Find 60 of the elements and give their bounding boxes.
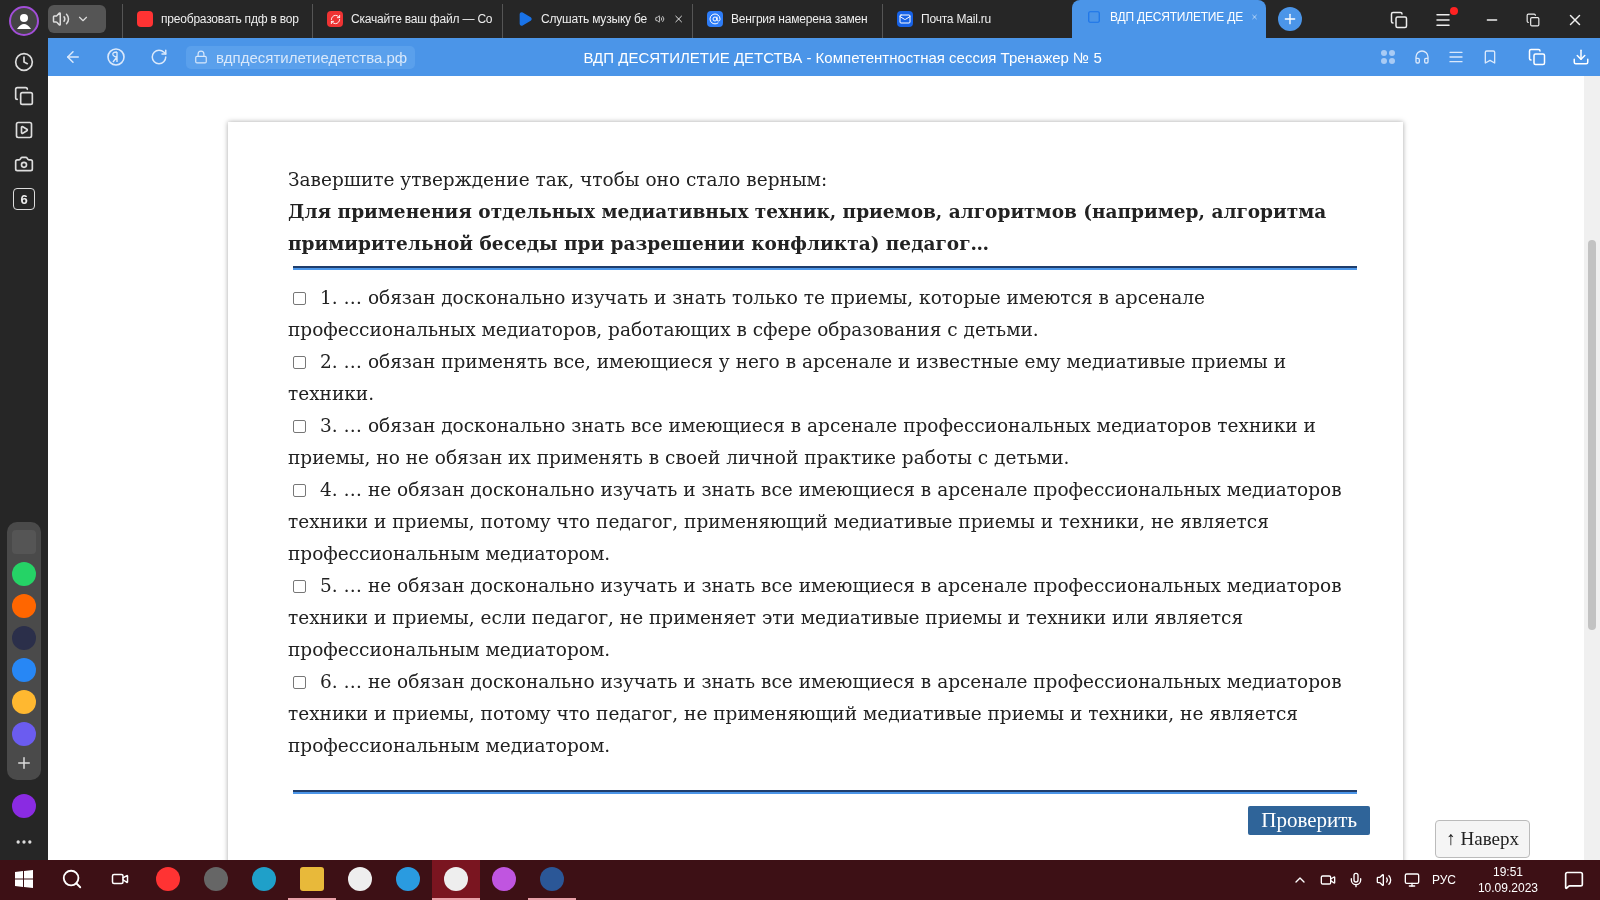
tabs-icon[interactable] [1390,11,1408,29]
new-tab-button[interactable] [1278,7,1302,31]
restore-icon[interactable] [1526,13,1540,27]
scrollbar[interactable] [1584,76,1600,860]
download-icon[interactable] [1572,48,1590,66]
media-player-icon[interactable] [14,120,34,140]
tab-counter[interactable]: 6 [13,188,35,210]
checkbox[interactable] [293,484,306,497]
menu-icon [1434,11,1452,29]
app-icon[interactable] [12,594,36,618]
clock-time[interactable]: 19:51 [1492,864,1523,880]
site-icon [137,11,153,27]
at-sign-icon [707,11,723,27]
camera-icon[interactable] [1319,872,1336,888]
answer-option[interactable]: 6. … не обязан досконально изучать и знать все имеющиеся в арсенале профессиональных медиаторов техники и приемы, потому что педагог, не применяющий медиативые приемы и техники, не является профессиональным медиатором. [288,666,1363,762]
check-button[interactable]: Проверить [1248,806,1370,835]
answer-option[interactable]: 2. … обязан применять все, имеющиеся у него в арсенале и известные ему медиативые приемы и техники. [288,346,1363,410]
answer-option[interactable]: 1. … обязан досконально изучать и знать только те приемы, которые имеются в арсенале профессиональных медиаторов, работающих в сфере образования с детьми. [288,282,1363,346]
play-icon [517,11,533,27]
answer-option[interactable]: 3. … обязан досконально знать все имеющиеся в арсенале профессиональных медиаторов техники и приемы, но не обязан их применять в своей личной практике работы с детьми. [288,410,1363,474]
answer-option[interactable]: 4. … не обязан досконально изучать и знать все имеющиеся в арсенале профессиональных медиаторов техники и приемы, потому что педагог, применяющий медиативые приемы и техники, не является профессиональным медиатором. [288,474,1363,570]
add-icon[interactable] [15,754,33,772]
reload-icon[interactable] [150,48,168,66]
notifications-icon[interactable] [1564,870,1584,890]
app-icon[interactable] [12,562,36,586]
home-icon[interactable] [106,47,126,67]
taskbar-app-icon[interactable] [432,860,480,900]
reader-icon[interactable] [1448,49,1464,65]
history-icon[interactable] [14,52,34,72]
screenshot-icon[interactable] [14,154,34,174]
app-icon[interactable] [12,658,36,682]
plus-icon [1282,11,1298,27]
site-icon [1086,9,1102,25]
bookmark-icon[interactable] [1482,49,1498,65]
app-icon[interactable] [12,690,36,714]
lock-icon [194,50,208,64]
menu-button[interactable] [1434,7,1458,29]
headphones-icon[interactable] [1414,49,1430,65]
back-to-top-button[interactable]: ↑ Наверх [1435,820,1530,858]
collections-icon[interactable] [14,86,34,106]
mail-icon [897,11,913,27]
sound-button[interactable] [48,5,106,33]
network-icon[interactable] [1403,872,1420,888]
answer-option[interactable]: 5. … не обязан досконально изучать и знать все имеющиеся в арсенале профессиональных медиаторов техники и приемы, если педагог, не применяет эти медиативые приемы и техники или является профессиональным медиатором. [288,570,1363,666]
assistant-icon[interactable] [12,794,36,818]
notification-dot [1450,7,1458,15]
clock-date[interactable]: 10.09.2023 [1477,880,1538,896]
checkbox[interactable] [293,676,306,689]
speaker-icon[interactable] [655,13,665,25]
checkbox[interactable] [293,356,306,369]
checkbox[interactable] [293,580,306,593]
checkbox[interactable] [293,292,306,305]
profile-avatar[interactable] [9,6,39,36]
speaker-icon [52,10,70,28]
checkbox[interactable] [293,420,306,433]
question-statement: Для применения отдельных медиативных техник, приемов, алгоритмов (например, алгоритма примирительной беседы при разрешении конфликта) педагог… [288,200,1328,256]
refresh-icon [327,11,343,27]
question-prompt: Завершите утверждение так, чтобы оно стало верным: [288,168,829,192]
volume-icon[interactable] [1375,872,1392,888]
language-indicator[interactable]: РУС [1431,873,1456,887]
